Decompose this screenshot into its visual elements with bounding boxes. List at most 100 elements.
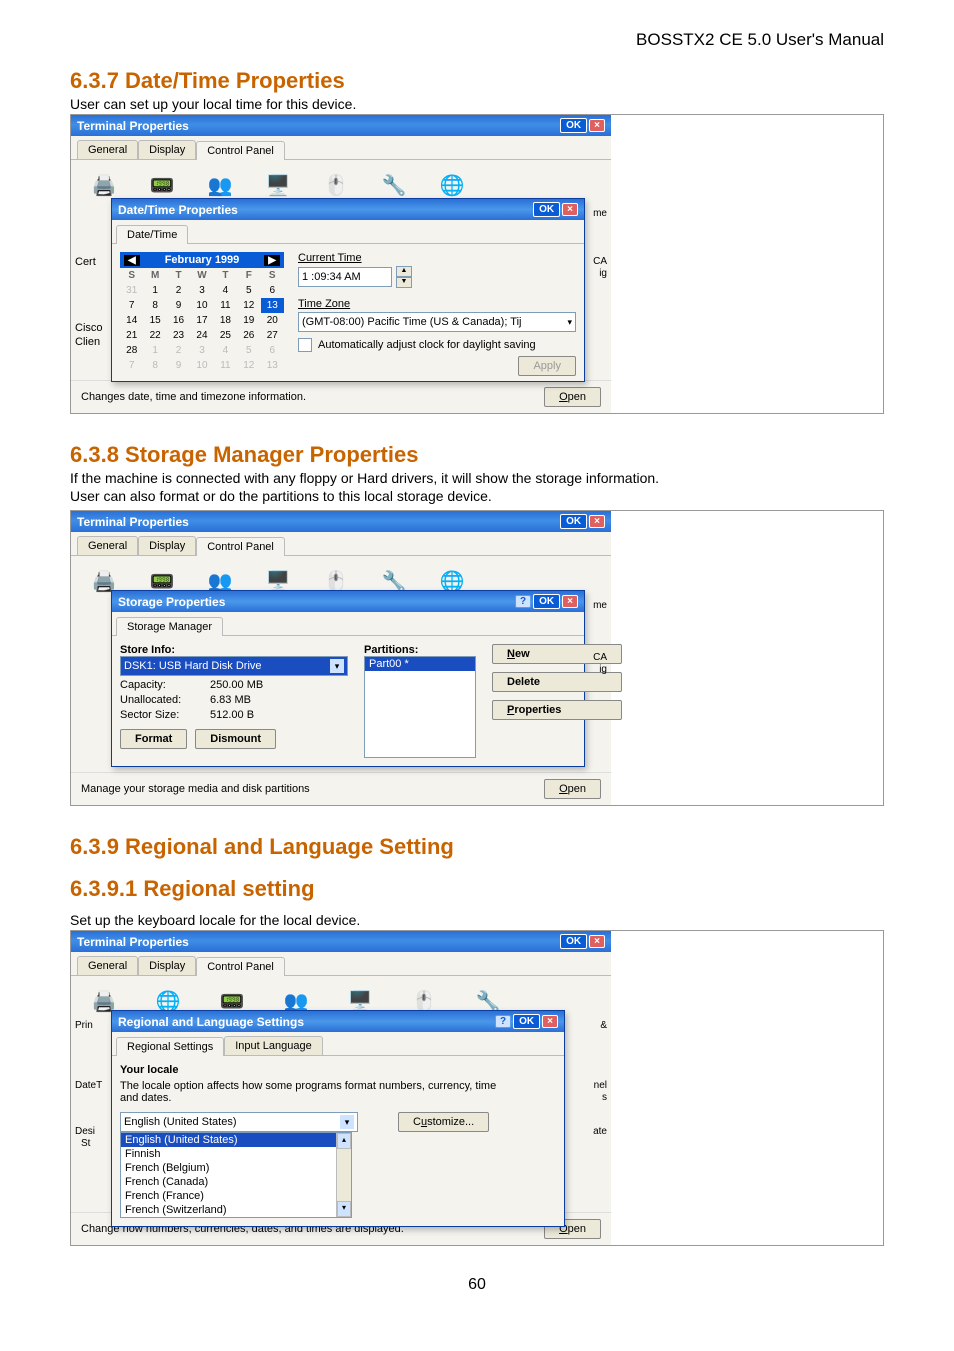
calendar-day[interactable]: 11 — [214, 358, 237, 373]
modem-icon[interactable]: 📟 — [147, 170, 177, 200]
locale-list-item[interactable]: English (United States) — [121, 1133, 336, 1147]
calendar-next-icon[interactable]: ▶ — [264, 255, 280, 266]
tab-storagemanager[interactable]: Storage Manager — [116, 617, 223, 636]
locale-list-item[interactable]: Finnish — [121, 1147, 336, 1161]
calendar-day[interactable]: 3 — [190, 343, 213, 358]
calendar-day[interactable]: 21 — [120, 328, 143, 343]
tab-controlpanel[interactable]: Control Panel — [196, 957, 285, 976]
calendar-day[interactable]: 7 — [120, 358, 143, 373]
apply-button[interactable]: Apply — [518, 356, 576, 376]
calendar-day[interactable]: 12 — [237, 298, 260, 313]
terminal-ok-button[interactable]: OK — [560, 934, 587, 949]
regional-ok-button[interactable]: OK — [513, 1014, 540, 1029]
locale-list-item[interactable]: French (Canada) — [121, 1175, 336, 1189]
delete-button[interactable]: Delete — [492, 672, 622, 692]
calendar-day[interactable]: 11 — [214, 298, 237, 313]
tools-icon[interactable]: 🔧 — [379, 170, 409, 200]
calendar-day[interactable]: 17 — [190, 313, 213, 328]
customize-button[interactable]: Customize...Customize... — [398, 1112, 489, 1132]
calendar-day[interactable]: 1 — [143, 283, 166, 298]
current-time-input[interactable] — [298, 267, 392, 287]
globe-icon[interactable]: 🌐 — [437, 170, 467, 200]
datetime-ok-button[interactable]: OK — [533, 202, 560, 217]
tab-display[interactable]: Display — [138, 140, 196, 159]
calendar-day[interactable]: 10 — [190, 298, 213, 313]
terminal-close-button[interactable]: × — [589, 119, 605, 132]
dst-checkbox[interactable] — [298, 338, 312, 352]
open-button[interactable]: OOpenpen — [544, 387, 601, 407]
calendar-day[interactable]: 31 — [120, 283, 143, 298]
tab-general[interactable]: General — [77, 536, 138, 555]
timezone-select[interactable]: (GMT-08:00) Pacific Time (US & Canada); … — [298, 312, 576, 332]
calendar-day[interactable]: 28 — [120, 343, 143, 358]
calendar-day[interactable]: 5 — [237, 283, 260, 298]
calendar-prev-icon[interactable]: ◀ — [124, 255, 140, 266]
terminal-ok-button[interactable]: OK — [560, 118, 587, 133]
mouse-icon[interactable]: 🖱️ — [321, 170, 351, 200]
calendar-day[interactable]: 4 — [214, 283, 237, 298]
regional-help-button[interactable]: ? — [495, 1015, 511, 1028]
tab-input-language[interactable]: Input Language — [224, 1036, 322, 1055]
storage-ok-button[interactable]: OK — [533, 594, 560, 609]
tab-display[interactable]: Display — [138, 536, 196, 555]
locale-combo[interactable]: English (United States) ▾ — [120, 1112, 358, 1132]
tab-display[interactable]: Display — [138, 956, 196, 975]
calendar-day[interactable]: 8 — [143, 358, 166, 373]
calendar-day[interactable]: 7 — [120, 298, 143, 313]
dismount-button[interactable]: Dismount — [195, 729, 276, 749]
calendar-day[interactable]: 8 — [143, 298, 166, 313]
calendar-day[interactable]: 12 — [237, 358, 260, 373]
calendar-day[interactable]: 27 — [261, 328, 284, 343]
tab-regional-settings[interactable]: Regional Settings — [116, 1037, 224, 1056]
calendar-day[interactable]: 13 — [261, 358, 284, 373]
storage-help-button[interactable]: ? — [515, 595, 531, 608]
calendar-day[interactable]: 26 — [237, 328, 260, 343]
calendar-day[interactable]: 1 — [143, 343, 166, 358]
calendar-day[interactable]: 6 — [261, 343, 284, 358]
time-spinner[interactable]: ▲▼ — [396, 266, 412, 288]
calendar-day[interactable]: 14 — [120, 313, 143, 328]
open-button[interactable]: OpenOpen — [544, 779, 601, 799]
terminal-close-button[interactable]: × — [589, 515, 605, 528]
calendar-day[interactable]: 6 — [261, 283, 284, 298]
tab-general[interactable]: General — [77, 956, 138, 975]
calendar-day[interactable]: 5 — [237, 343, 260, 358]
calendar-day[interactable]: 16 — [167, 313, 190, 328]
tab-general[interactable]: General — [77, 140, 138, 159]
calendar-day[interactable]: 9 — [167, 358, 190, 373]
calendar-day[interactable]: 13 — [261, 298, 284, 313]
partitions-listbox[interactable]: Part00 * — [364, 656, 476, 758]
calendar-day[interactable]: 23 — [167, 328, 190, 343]
calendar-day[interactable]: 2 — [167, 343, 190, 358]
calendar-day[interactable]: 24 — [190, 328, 213, 343]
calendar-day[interactable]: 19 — [237, 313, 260, 328]
calendar-day[interactable]: 2 — [167, 283, 190, 298]
calendar-day[interactable]: 9 — [167, 298, 190, 313]
tab-controlpanel[interactable]: Control Panel — [196, 537, 285, 556]
locale-listbox[interactable]: English (United States)FinnishFrench (Be… — [120, 1132, 352, 1218]
printer-icon[interactable]: 🖨️ — [89, 170, 119, 200]
tab-controlpanel[interactable]: Control Panel — [196, 141, 285, 160]
terminal-close-button[interactable]: × — [589, 935, 605, 948]
scroll-up-icon[interactable]: ▴ — [337, 1133, 351, 1149]
regional-close-button[interactable]: × — [542, 1015, 558, 1028]
terminal-ok-button[interactable]: OK — [560, 514, 587, 529]
users-icon[interactable]: 👥 — [205, 170, 235, 200]
calendar-day[interactable]: 4 — [214, 343, 237, 358]
calendar[interactable]: ◀ February 1999 ▶ SMTWTFS311234567891011… — [120, 252, 284, 373]
calendar-day[interactable]: 22 — [143, 328, 166, 343]
calendar-day[interactable]: 15 — [143, 313, 166, 328]
calendar-day[interactable]: 18 — [214, 313, 237, 328]
calendar-day[interactable]: 3 — [190, 283, 213, 298]
calendar-day[interactable]: 25 — [214, 328, 237, 343]
tab-datetime[interactable]: Date/Time — [116, 225, 188, 244]
format-button[interactable]: Format — [120, 729, 187, 749]
locale-list-item[interactable]: French (France) — [121, 1189, 336, 1203]
locale-list-item[interactable]: French (Switzerland) — [121, 1203, 336, 1217]
datetime-close-button[interactable]: × — [562, 203, 578, 216]
properties-button[interactable]: PPropertiesroperties — [492, 700, 622, 720]
listbox-scrollbar[interactable]: ▴ ▾ — [336, 1133, 351, 1217]
display-icon[interactable]: 🖥️ — [263, 170, 293, 200]
locale-list-item[interactable]: French (Belgium) — [121, 1161, 336, 1175]
store-select[interactable]: DSK1: USB Hard Disk Drive ▾ — [120, 656, 348, 676]
